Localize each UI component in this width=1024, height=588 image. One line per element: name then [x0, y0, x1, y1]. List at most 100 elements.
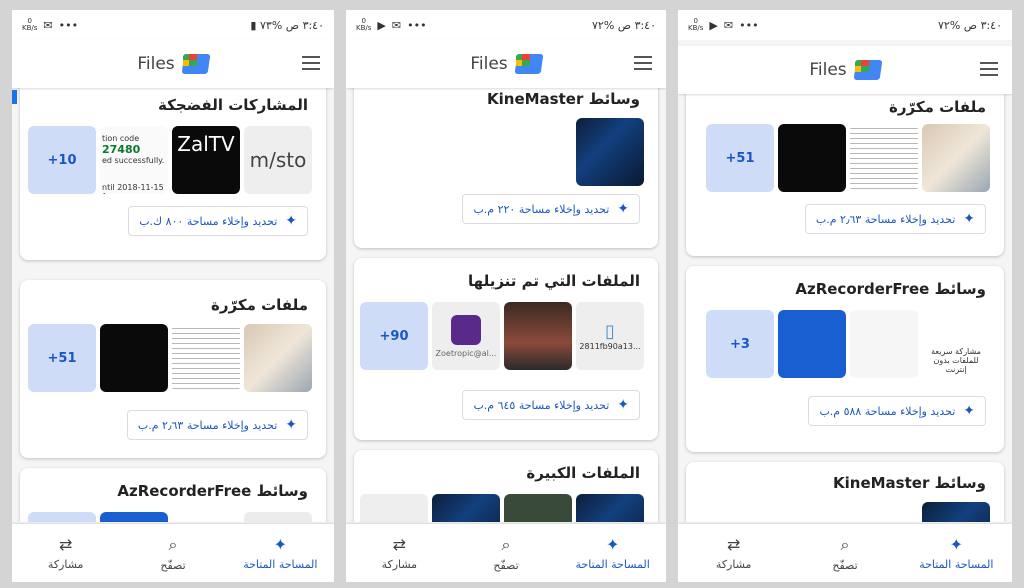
battery-level: %٧٢ — [591, 18, 615, 32]
url-thumb[interactable]: m/sto — [244, 126, 312, 194]
duplicates-card: ملفات مكرّرة +51 ✦ تحديد وإخلاء مساحة ٢٫… — [20, 280, 326, 458]
sparkle-icon: ✦ — [273, 535, 288, 554]
nav-browse[interactable]: ⌕ تصفّح — [119, 524, 226, 582]
screen-thumb[interactable] — [778, 310, 846, 378]
mail-icon: ✉ — [43, 18, 53, 32]
free-space-button[interactable]: ✦ تحديد وإخلاء مساحة ٦٤٥ م.ب — [462, 390, 640, 420]
sparkle-icon: ✦ — [949, 535, 964, 554]
video-thumb[interactable] — [432, 494, 500, 522]
sparkle-icon: ✦ — [963, 211, 975, 227]
card-title: وسائط KineMaster — [833, 474, 986, 492]
speed-indicator: 0 KB/s — [688, 17, 704, 32]
document-thumb[interactable] — [850, 124, 918, 192]
free-space-button[interactable]: ✦ تحديد وإخلاء مساحة ٢٢٠ م.ب — [462, 194, 640, 224]
menu-icon[interactable] — [302, 56, 320, 70]
az-media-card: وسائط AzRecorderFree — [20, 468, 326, 522]
screen-thumb[interactable] — [850, 310, 918, 378]
card-title: وسائط KineMaster — [487, 90, 640, 108]
menu-icon[interactable] — [634, 56, 652, 70]
photo-thumb[interactable] — [244, 324, 312, 392]
nav-share[interactable]: ⇄ مشاركة — [678, 524, 789, 582]
sparkle-icon: ✦ — [285, 417, 297, 433]
free-space-button[interactable]: ✦ تحديد وإخلاء مساحة ٥٨٨ م.ب — [808, 396, 986, 426]
nav-space[interactable]: ✦ المساحة المتاحة — [901, 524, 1012, 582]
battery-level: %٧٣ — [259, 18, 283, 32]
video-thumb[interactable] — [504, 494, 572, 522]
card-title: ملفات مكرّرة — [889, 98, 986, 116]
dark-thumb[interactable] — [100, 324, 168, 392]
folder-search-icon: ⌕ — [168, 534, 178, 554]
content-area: المشاركات الفضجكة m/sto ZalTV tion code … — [12, 88, 334, 522]
card-title: وسائط AzRecorderFree — [117, 482, 308, 500]
nav-share[interactable]: ⇄ مشاركة — [12, 524, 119, 582]
archive-icon: ▮ — [390, 519, 399, 523]
folder-search-icon: ⌕ — [501, 534, 511, 554]
free-space-button[interactable]: ✦ تحديد وإخلاء مساحة ٢٫٦٣ م.ب — [126, 410, 308, 440]
more-icon: ••• — [407, 18, 427, 32]
menu-icon[interactable] — [980, 62, 998, 76]
content-area: ملفات مكرّرة +51 ✦ تحديد وإخلاء مساحة ٢٫… — [678, 94, 1012, 522]
more-thumb[interactable]: +51 — [706, 124, 774, 192]
document-thumb[interactable] — [172, 324, 240, 392]
nav-browse[interactable]: ⌕ تصفّح — [453, 524, 560, 582]
file-thumb[interactable]: ▯ 2811fb90a13... — [576, 302, 644, 370]
bottom-nav: ✦ المساحة المتاحة ⌕ تصفّح ⇄ مشاركة — [12, 524, 334, 582]
more-icon: ••• — [58, 18, 79, 32]
status-time: ٣:٤٠ ص — [963, 18, 1002, 32]
video-thumb[interactable] — [576, 494, 644, 522]
nav-browse[interactable]: ⌕ تصفّح — [789, 524, 900, 582]
zoetropic-icon — [451, 314, 481, 345]
app-bar: Files — [678, 46, 1012, 94]
app-title: Files — [137, 54, 175, 74]
swap-icon: ⇄ — [392, 535, 407, 554]
zaltv-thumb[interactable]: ZalTV — [172, 126, 240, 194]
file-icon: ▯ — [605, 321, 615, 342]
status-time: ٣:٤٠ ص — [617, 18, 656, 32]
more-thumb[interactable]: +90 — [360, 302, 428, 370]
swap-icon: ⇄ — [58, 535, 73, 554]
app-title: Files — [470, 54, 508, 74]
free-space-button[interactable]: ✦ تحديد وإخلاء مساحة ٢٫٦٣ م.ب — [804, 204, 986, 234]
more-thumb[interactable]: +51 — [28, 324, 96, 392]
az-media-card: وسائط AzRecorderFree مشاركة سريعة للملفا… — [686, 266, 1004, 452]
swap-icon: ⇄ — [726, 535, 741, 554]
dark-thumb[interactable] — [778, 124, 846, 192]
more-icon: ••• — [739, 18, 759, 32]
status-left: ٣:٤٠ ص %٧٢ — [938, 19, 1002, 32]
more-thumb[interactable] — [28, 512, 96, 522]
code-thumb[interactable]: tion code 27480 ed successfully. ntil 20… — [100, 126, 168, 194]
video-thumb[interactable] — [922, 502, 990, 522]
files-logo-icon — [853, 60, 883, 80]
free-space-button[interactable]: ✦ تحديد وإخلاء مساحة ٨٠٠ ك.ب — [128, 206, 308, 236]
files-logo-icon — [514, 54, 544, 74]
mail-icon: ✉ — [391, 18, 402, 32]
nav-space[interactable]: ✦ المساحة المتاحة — [559, 524, 666, 582]
sparkle-icon: ✦ — [963, 403, 975, 419]
more-thumb[interactable]: +10 — [28, 126, 96, 194]
app-thumb[interactable]: Zoetropic@al... — [432, 302, 500, 370]
screen-thumb[interactable] — [100, 512, 168, 522]
content-area: وسائط KineMaster ✦ تحديد وإخلاء مساحة ٢٢… — [346, 88, 666, 522]
photo-thumb[interactable] — [504, 302, 572, 370]
video-thumb[interactable] — [576, 118, 644, 186]
phone-screen-1: 0 KB/s ✉ ••• ٣:٤٠ ص %٧٣ ▮ Files المشاركات… — [12, 10, 334, 582]
nav-share[interactable]: ⇄ مشاركة — [346, 524, 453, 582]
video-icon: ▶ — [709, 18, 718, 32]
duplicates-card: ملفات مكرّرة +51 ✦ تحديد وإخلاء مساحة ٢٫… — [686, 94, 1004, 256]
bottom-nav: ✦ المساحة المتاحة ⌕ تصفّح ⇄ مشاركة — [678, 524, 1012, 582]
file-thumb[interactable]: ▮ — [360, 494, 428, 522]
files-logo-icon — [181, 54, 211, 74]
status-bar: 0 KB/s ▶ ✉ ••• ٣:٤٠ ص %٧٢ — [346, 10, 666, 40]
screen-thumb[interactable] — [172, 512, 240, 522]
bottom-nav: ✦ المساحة المتاحة ⌕ تصفّح ⇄ مشاركة — [346, 524, 666, 582]
app-title: Files — [809, 60, 847, 80]
memes-card: المشاركات الفضجكة m/sto ZalTV tion code … — [20, 88, 326, 260]
nav-space[interactable]: ✦ المساحة المتاحة — [227, 524, 334, 582]
sparkle-icon: ✦ — [617, 397, 629, 413]
app-thumb[interactable] — [244, 512, 312, 522]
speed-indicator: 0 KB/s — [22, 17, 38, 32]
photo-thumb[interactable] — [922, 124, 990, 192]
more-thumb[interactable]: +3 — [706, 310, 774, 378]
card-title: الملفات الكبيرة — [526, 464, 640, 482]
app-thumb[interactable]: مشاركة سريعة للملفات بدون إنترنت — [922, 310, 990, 378]
